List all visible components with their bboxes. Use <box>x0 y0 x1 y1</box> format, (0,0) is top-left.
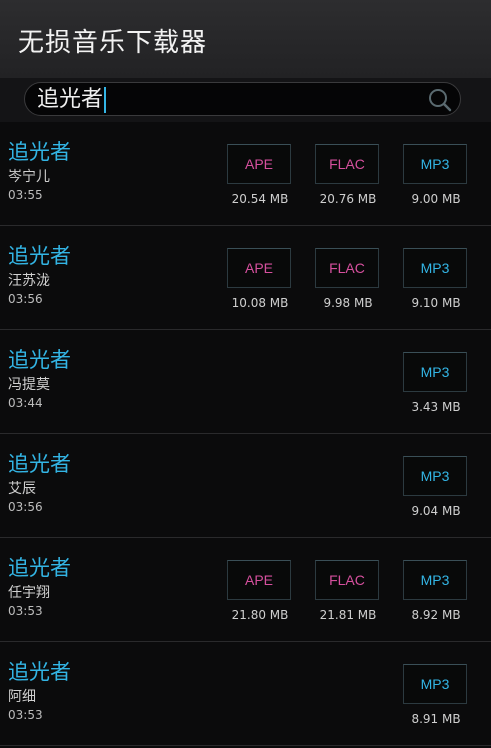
mp3-download-button[interactable]: MP3 <box>403 144 467 184</box>
song-title: 追光者 <box>8 244 71 268</box>
file-size: 8.92 MB <box>411 608 461 622</box>
search-input-text: 追光者 <box>37 86 107 114</box>
artist-name: 艾辰 <box>8 481 36 497</box>
song-title: 追光者 <box>8 348 71 372</box>
mp3-download-button[interactable]: MP3 <box>403 456 467 496</box>
list-item[interactable]: 追光者 阿细 03:53 MP3 8.91 MB <box>0 642 491 746</box>
artist-name: 岑宁儿 <box>8 169 50 185</box>
mp3-download-button[interactable]: MP3 <box>403 664 467 704</box>
mp3-download-button[interactable]: MP3 <box>403 560 467 600</box>
song-duration: 03:53 <box>8 604 43 618</box>
song-title: 追光者 <box>8 556 71 580</box>
flac-download-button[interactable]: FLAC <box>315 144 379 184</box>
list-item[interactable]: 追光者 岑宁儿 03:55 APE 20.54 MB FLAC 20.76 MB… <box>0 122 491 226</box>
mp3-download-button[interactable]: MP3 <box>403 352 467 392</box>
ape-download-button[interactable]: APE <box>227 248 291 288</box>
format-option-flac: FLAC 21.81 MB <box>315 560 381 622</box>
flac-download-button[interactable]: FLAC <box>315 248 379 288</box>
artist-name: 任宇翔 <box>8 585 50 601</box>
list-item[interactable]: 追光者 任宇翔 03:53 APE 21.80 MB FLAC 21.81 MB… <box>0 538 491 642</box>
title-bar: 无损音乐下载器 <box>0 0 491 78</box>
song-title: 追光者 <box>8 660 71 684</box>
format-option-mp3: MP3 3.43 MB <box>403 352 469 414</box>
list-item[interactable]: 追光者 艾辰 03:56 MP3 9.04 MB <box>0 434 491 538</box>
ape-download-button[interactable]: APE <box>227 144 291 184</box>
file-size: 21.80 MB <box>231 608 289 622</box>
file-size: 9.04 MB <box>411 504 461 518</box>
list-item[interactable]: 追光者 冯提莫 03:44 MP3 3.43 MB <box>0 330 491 434</box>
format-option-mp3: MP3 8.92 MB <box>403 560 469 622</box>
search-query: 追光者 <box>37 87 104 112</box>
song-duration: 03:56 <box>8 500 43 514</box>
file-size: 9.98 MB <box>323 296 373 310</box>
file-size: 9.00 MB <box>411 192 461 206</box>
artist-name: 阿细 <box>8 689 36 705</box>
file-size: 8.91 MB <box>411 712 461 726</box>
search-bar: 追光者 <box>0 78 491 122</box>
song-title: 追光者 <box>8 140 71 164</box>
artist-name: 冯提莫 <box>8 377 50 393</box>
format-option-ape: APE 10.08 MB <box>227 248 293 310</box>
song-title: 追光者 <box>8 452 71 476</box>
list-item[interactable]: 追光者 汪苏泷 03:56 APE 10.08 MB FLAC 9.98 MB … <box>0 226 491 330</box>
result-list: 追光者 岑宁儿 03:55 APE 20.54 MB FLAC 20.76 MB… <box>0 122 491 746</box>
flac-download-button[interactable]: FLAC <box>315 560 379 600</box>
search-icon[interactable] <box>428 88 452 112</box>
format-option-mp3: MP3 9.10 MB <box>403 248 469 310</box>
song-duration: 03:53 <box>8 708 43 722</box>
app-title: 无损音乐下载器 <box>18 28 208 58</box>
file-size: 21.81 MB <box>319 608 377 622</box>
file-size: 10.08 MB <box>231 296 289 310</box>
format-option-ape: APE 21.80 MB <box>227 560 293 622</box>
search-input[interactable]: 追光者 <box>24 82 461 116</box>
song-duration: 03:55 <box>8 188 43 202</box>
file-size: 20.76 MB <box>319 192 377 206</box>
text-caret <box>104 87 107 113</box>
song-duration: 03:44 <box>8 396 43 410</box>
mp3-download-button[interactable]: MP3 <box>403 248 467 288</box>
ape-download-button[interactable]: APE <box>227 560 291 600</box>
file-size: 20.54 MB <box>231 192 289 206</box>
file-size: 3.43 MB <box>411 400 461 414</box>
format-option-mp3: MP3 9.00 MB <box>403 144 469 206</box>
format-option-ape: APE 20.54 MB <box>227 144 293 206</box>
song-duration: 03:56 <box>8 292 43 306</box>
format-option-mp3: MP3 8.91 MB <box>403 664 469 726</box>
format-option-flac: FLAC 20.76 MB <box>315 144 381 206</box>
file-size: 9.10 MB <box>411 296 461 310</box>
format-option-flac: FLAC 9.98 MB <box>315 248 381 310</box>
artist-name: 汪苏泷 <box>8 273 50 289</box>
format-option-mp3: MP3 9.04 MB <box>403 456 469 518</box>
